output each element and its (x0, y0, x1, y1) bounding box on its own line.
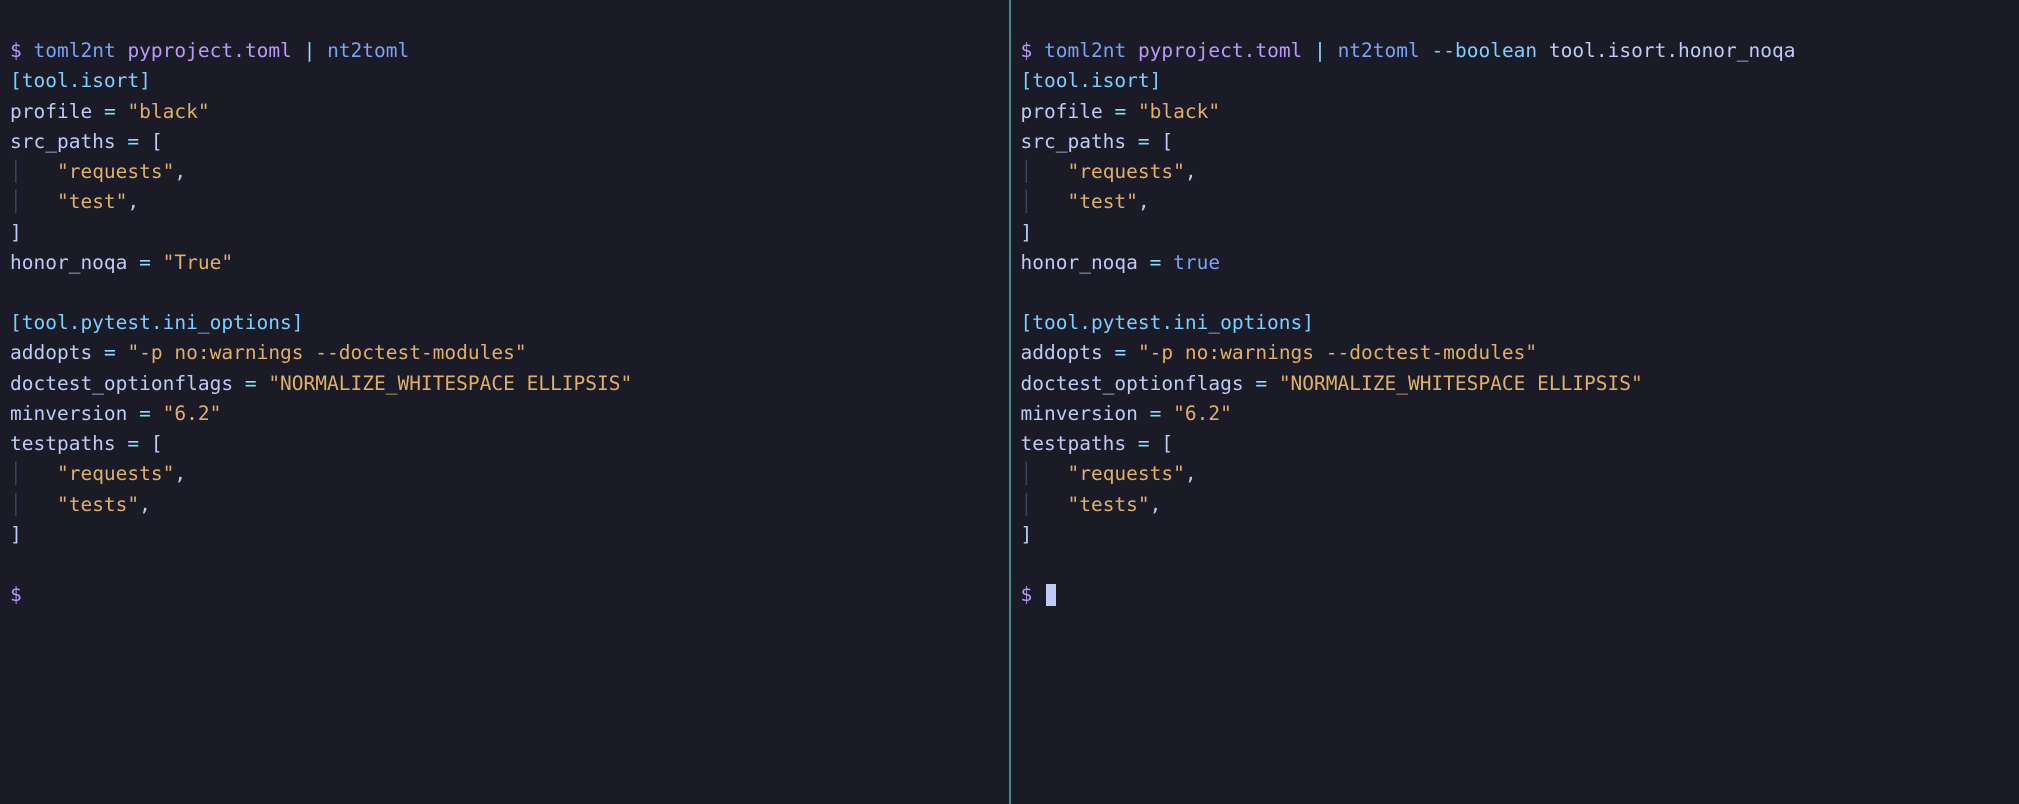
equals-sign: = (1255, 372, 1267, 395)
command-arg: pyproject.toml (1138, 39, 1302, 62)
prompt-symbol: $ (1021, 583, 1033, 606)
bracket-close: ] (1021, 523, 1033, 546)
toml-string: "requests" (57, 462, 174, 485)
toml-string: "True" (163, 251, 233, 274)
equals-sign: = (1150, 251, 1162, 274)
equals-sign: = (104, 100, 116, 123)
comma: , (1185, 160, 1197, 183)
comma: , (1150, 493, 1162, 516)
equals-sign: = (139, 402, 151, 425)
comma: , (1138, 190, 1150, 213)
indent-guide: │ (1021, 160, 1068, 183)
toml-key: minversion (1021, 402, 1138, 425)
equals-sign: = (1138, 130, 1150, 153)
toml-key: honor_noqa (10, 251, 127, 274)
comma: , (174, 462, 186, 485)
equals-sign: = (1114, 341, 1126, 364)
toml-string: "NORMALIZE_WHITESPACE ELLIPSIS" (268, 372, 632, 395)
equals-sign: = (245, 372, 257, 395)
bracket-open: [ (1161, 432, 1173, 455)
toml-string: "-p no:warnings --doctest-modules" (1138, 341, 1537, 364)
cursor-icon (1046, 584, 1056, 606)
toml-string: "requests" (57, 160, 174, 183)
bracket-close: ] (1021, 221, 1033, 244)
bracket-close: ] (10, 523, 22, 546)
indent-guide: │ (10, 493, 57, 516)
toml-string: "6.2" (1173, 402, 1232, 425)
command-toml2nt: toml2nt (34, 39, 116, 62)
toml-key: doctest_optionflags (1021, 372, 1244, 395)
pipe-symbol: | (1314, 39, 1326, 62)
indent-guide: │ (10, 462, 57, 485)
toml-section-header: [tool.pytest.ini_options] (10, 311, 304, 334)
command-flag: --boolean (1432, 39, 1538, 62)
toml-string: "test" (1067, 190, 1137, 213)
comma: , (1185, 462, 1197, 485)
bracket-open: [ (151, 130, 163, 153)
equals-sign: = (1114, 100, 1126, 123)
bracket-close: ] (10, 221, 22, 244)
indent-guide: │ (1021, 462, 1068, 485)
toml-string: "6.2" (163, 402, 222, 425)
indent-guide: │ (10, 160, 57, 183)
toml-string: "requests" (1067, 462, 1184, 485)
toml-key: addopts (1021, 341, 1103, 364)
toml-string: "NORMALIZE_WHITESPACE ELLIPSIS" (1279, 372, 1643, 395)
comma: , (127, 190, 139, 213)
toml-key: profile (10, 100, 92, 123)
toml-key: addopts (10, 341, 92, 364)
command-arg: pyproject.toml (127, 39, 291, 62)
equals-sign: = (104, 341, 116, 364)
toml-string: "tests" (57, 493, 139, 516)
toml-string: "requests" (1067, 160, 1184, 183)
comma: , (174, 160, 186, 183)
bracket-open: [ (151, 432, 163, 455)
toml-key: honor_noqa (1021, 251, 1138, 274)
prompt-symbol: $ (1021, 39, 1033, 62)
toml-key: testpaths (10, 432, 116, 455)
toml-key: profile (1021, 100, 1103, 123)
toml-section-header: [tool.pytest.ini_options] (1021, 311, 1315, 334)
equals-sign: = (127, 432, 139, 455)
equals-sign: = (1138, 432, 1150, 455)
pipe-symbol: | (304, 39, 316, 62)
equals-sign: = (127, 130, 139, 153)
toml-string: "tests" (1067, 493, 1149, 516)
bracket-open: [ (1161, 130, 1173, 153)
toml-key: src_paths (1021, 130, 1127, 153)
toml-boolean: true (1173, 251, 1220, 274)
toml-key: doctest_optionflags (10, 372, 233, 395)
toml-string: "black" (1138, 100, 1220, 123)
command-nt2toml: nt2toml (327, 39, 409, 62)
toml-key: testpaths (1021, 432, 1127, 455)
prompt-symbol: $ (10, 583, 22, 606)
toml-key: minversion (10, 402, 127, 425)
indent-guide: │ (10, 190, 57, 213)
terminal-pane-left[interactable]: $ toml2nt pyproject.toml | nt2toml [tool… (0, 0, 1009, 804)
toml-section-header: [tool.isort] (10, 69, 151, 92)
equals-sign: = (1150, 402, 1162, 425)
toml-string: "-p no:warnings --doctest-modules" (127, 341, 526, 364)
toml-string: "test" (57, 190, 127, 213)
command-toml2nt: toml2nt (1044, 39, 1126, 62)
comma: , (139, 493, 151, 516)
toml-section-header: [tool.isort] (1021, 69, 1162, 92)
indent-guide: │ (1021, 493, 1068, 516)
command-nt2toml: nt2toml (1338, 39, 1420, 62)
indent-guide: │ (1021, 190, 1068, 213)
terminal-pane-right[interactable]: $ toml2nt pyproject.toml | nt2toml --boo… (1011, 0, 2019, 804)
toml-string: "black" (127, 100, 209, 123)
equals-sign: = (139, 251, 151, 274)
prompt-symbol: $ (10, 39, 22, 62)
toml-key: src_paths (10, 130, 116, 153)
command-flag-value: tool.isort.honor_noqa (1549, 39, 1796, 62)
